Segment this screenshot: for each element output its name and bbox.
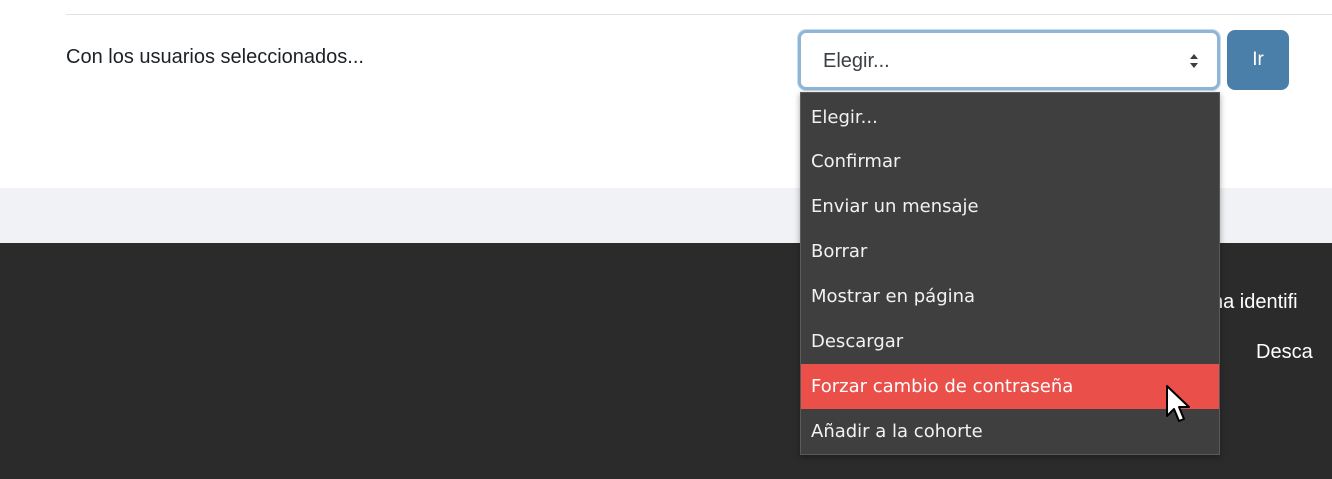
option-borrar[interactable]: Borrar bbox=[801, 229, 1219, 274]
option-confirmar[interactable]: Confirmar bbox=[801, 139, 1219, 184]
option-forzar-cambio-contrasena[interactable]: Forzar cambio de contraseña bbox=[801, 364, 1219, 409]
page: Con los usuarios seleccionados... Elegir… bbox=[0, 0, 1332, 479]
option-anadir-cohorte[interactable]: Añadir a la cohorte bbox=[801, 409, 1219, 454]
option-elegir[interactable]: Elegir... bbox=[801, 95, 1219, 140]
footer-download-link[interactable]: Desca bbox=[1256, 341, 1313, 364]
go-button[interactable]: Ir bbox=[1227, 30, 1289, 90]
option-enviar-mensaje[interactable]: Enviar un mensaje bbox=[801, 184, 1219, 229]
footer-login-info: na identifi bbox=[1212, 291, 1298, 313]
select-dropdown-list: Elegir... Confirmar Enviar un mensaje Bo… bbox=[800, 92, 1220, 455]
option-mostrar-en-pagina[interactable]: Mostrar en página bbox=[801, 274, 1219, 319]
select-arrows-icon bbox=[1190, 54, 1198, 68]
option-descargar[interactable]: Descargar bbox=[801, 319, 1219, 364]
select-current-value: Elegir... bbox=[823, 50, 890, 72]
top-divider bbox=[66, 14, 1332, 15]
bulk-action-select[interactable]: Elegir... bbox=[798, 30, 1220, 90]
bulk-action-label: Con los usuarios seleccionados... bbox=[66, 46, 364, 68]
mouse-pointer-icon bbox=[1166, 385, 1190, 422]
